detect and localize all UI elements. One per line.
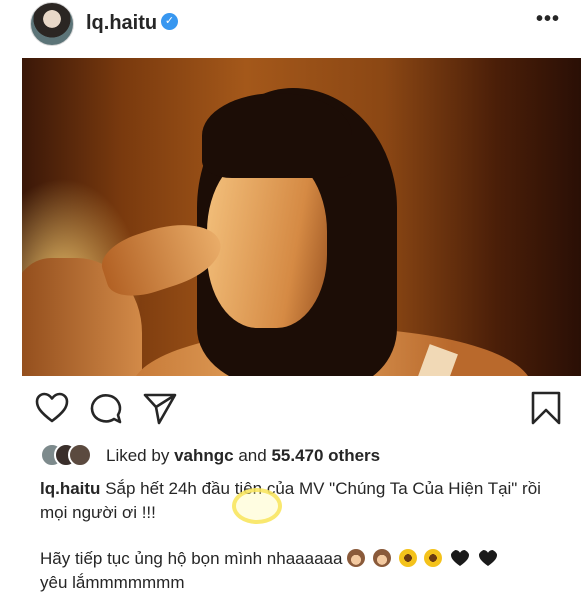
see-no-evil-monkey-icon bbox=[347, 549, 366, 567]
post-username[interactable]: lq.haitu bbox=[86, 12, 157, 35]
profile-avatar[interactable] bbox=[30, 2, 74, 46]
sunflower-icon bbox=[398, 549, 417, 567]
caption-paragraph-3: yêu lắmmmmmmm bbox=[40, 571, 560, 595]
caption-line-2: Hãy tiếp tục ủng hộ bọn mình nhaaaaaa bbox=[40, 549, 343, 568]
photo-bangs bbox=[202, 93, 352, 178]
caption-line-3: yêu lắmmmmmmm bbox=[40, 573, 185, 592]
black-heart-icon bbox=[451, 550, 470, 566]
more-options-icon[interactable]: ••• bbox=[536, 8, 560, 31]
black-heart-icon bbox=[478, 550, 497, 566]
likes-text: Liked by vahngc and 55.470 others bbox=[106, 446, 380, 466]
photo-face bbox=[207, 153, 327, 328]
likes-user-link[interactable]: vahngc bbox=[174, 446, 234, 465]
likes-prefix: Liked by bbox=[106, 446, 170, 465]
caption-username[interactable]: lq.haitu bbox=[40, 479, 100, 498]
post-actions-bar bbox=[0, 390, 588, 430]
see-no-evil-monkey-icon bbox=[372, 549, 391, 567]
post-header: lq.haitu ✓ ••• bbox=[0, 0, 588, 52]
caption-emojis bbox=[347, 549, 501, 568]
sunflower-icon bbox=[424, 549, 443, 567]
caption-line-1: Sắp hết 24h đầu tiên của MV "Chúng Ta Củ… bbox=[40, 479, 541, 522]
caption-paragraph-1: lq.haitu Sắp hết 24h đầu tiên của MV "Ch… bbox=[40, 477, 560, 525]
share-paper-plane-icon[interactable] bbox=[142, 390, 178, 426]
verified-badge-icon: ✓ bbox=[161, 13, 178, 30]
caption-paragraph-2: Hãy tiếp tục ủng hộ bọn mình nhaaaaaa bbox=[40, 547, 560, 571]
comment-bubble-icon[interactable] bbox=[88, 390, 124, 426]
likes-count-link[interactable]: 55.470 others bbox=[271, 446, 380, 465]
highlight-circle-annotation bbox=[232, 488, 282, 524]
post-photo[interactable] bbox=[22, 58, 581, 376]
like-heart-icon[interactable] bbox=[34, 390, 70, 426]
likes-and: and bbox=[238, 446, 267, 465]
save-bookmark-icon[interactable] bbox=[528, 390, 564, 426]
liker-avatar-3[interactable] bbox=[68, 443, 92, 467]
post-caption: lq.haitu Sắp hết 24h đầu tiên của MV "Ch… bbox=[40, 477, 560, 595]
